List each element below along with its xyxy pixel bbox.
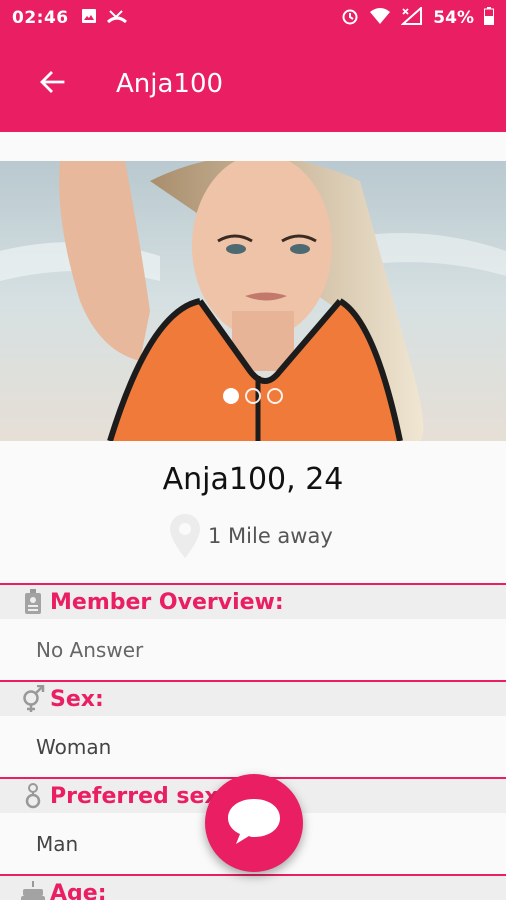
- status-bar: 02:46 54%: [0, 0, 506, 36]
- chat-bubble-icon: [225, 796, 283, 850]
- location-pin-icon: [168, 512, 202, 564]
- app-bar: Anja100: [0, 36, 506, 132]
- carousel-dot[interactable]: [267, 388, 283, 404]
- preferred-sex-icon: [18, 781, 48, 811]
- id-badge-icon: [18, 587, 48, 617]
- section-value: No Answer: [36, 638, 144, 662]
- cake-icon: [18, 878, 48, 900]
- carousel-dot[interactable]: [245, 388, 261, 404]
- arrow-left-icon: [39, 70, 65, 98]
- carousel-indicator: [0, 388, 506, 404]
- section-sex: Sex:: [0, 680, 506, 716]
- carousel-dot-active[interactable]: [223, 388, 239, 404]
- gender-icon: [18, 684, 48, 714]
- section-label: Age:: [50, 880, 107, 900]
- profile-screen: 02:46 54% Anja100 Anja100, 24 1 Mile awa…: [0, 0, 506, 900]
- section-age: Age:: [0, 874, 506, 900]
- wifi-icon: [369, 7, 391, 30]
- back-button[interactable]: [22, 54, 82, 114]
- distance-text: 1 Mile away: [208, 524, 333, 548]
- distance-row: 1 Mile away: [0, 514, 506, 558]
- battery-percent: 54%: [433, 8, 474, 28]
- battery-icon: [484, 6, 494, 30]
- chat-button[interactable]: [205, 774, 303, 872]
- alarm-icon: [341, 7, 359, 30]
- signal-icon: [400, 5, 423, 30]
- section-value: Woman: [36, 735, 112, 759]
- section-label: Preferred sex:: [50, 783, 228, 809]
- status-time: 02:46: [12, 8, 69, 28]
- image-icon: [81, 8, 97, 29]
- section-member-overview: Member Overview:: [0, 583, 506, 619]
- missed-call-icon: [106, 8, 127, 29]
- page-title: Anja100: [116, 69, 224, 99]
- section-label: Sex:: [50, 686, 104, 712]
- section-value: Man: [36, 832, 79, 856]
- profile-name-age: Anja100, 24: [162, 462, 344, 497]
- section-label: Member Overview:: [50, 589, 284, 615]
